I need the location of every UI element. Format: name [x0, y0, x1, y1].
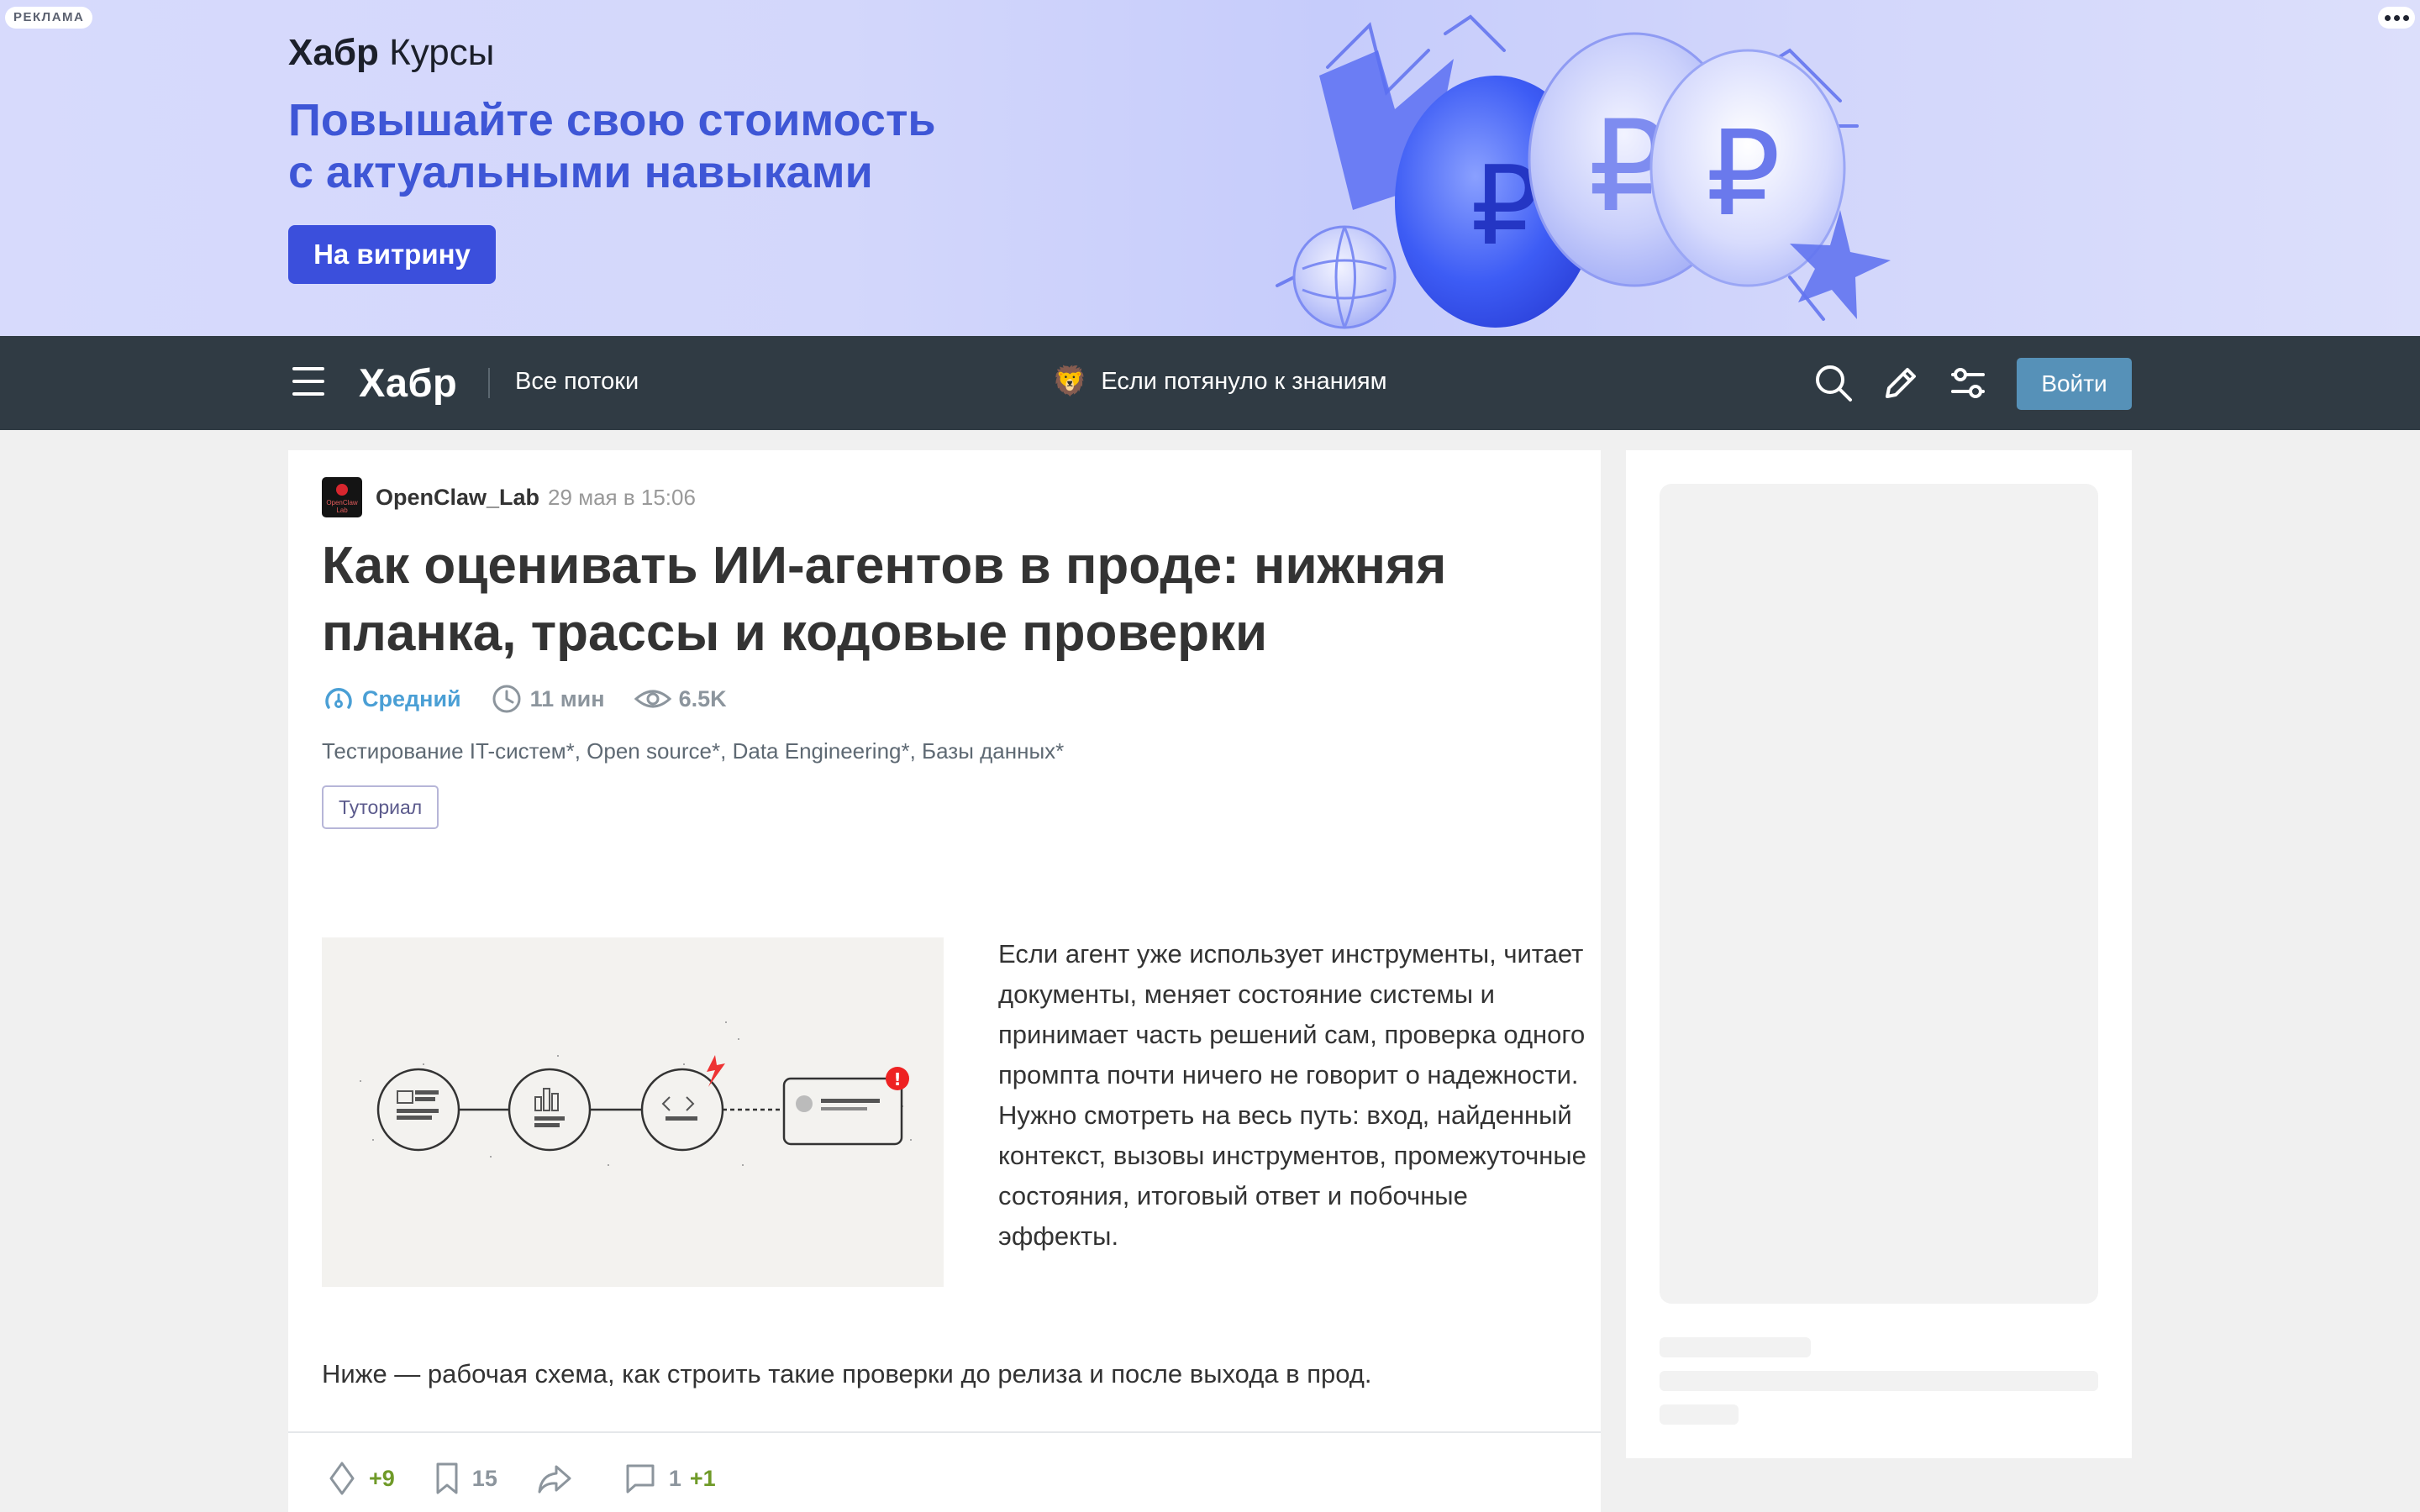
knowledge-promo-link[interactable]: 🦁 Если потянуло к знаниям — [1052, 365, 1387, 398]
ad-headline: Повышайте свою стоимость с актуальными н… — [288, 94, 1044, 198]
article-title: Как оценивать ИИ-агентов в проде: нижняя… — [322, 537, 1447, 662]
sidebar-skeleton-line — [1660, 1371, 2098, 1391]
ad-brand-bold: Хабр — [288, 32, 379, 73]
sidebar — [1626, 450, 2132, 1458]
lion-emoji-icon: 🦁 — [1052, 365, 1088, 397]
publish-date: 29 мая в 15:06 — [548, 484, 696, 510]
bookmarks-count: 15 — [471, 1465, 497, 1491]
eye-icon — [634, 690, 671, 708]
avatar-logo-text: OpenClaw Lab — [326, 499, 358, 514]
ad-brand: Хабр Курсы — [288, 32, 494, 74]
ad-headline-line-1: Повышайте свою стоимость — [288, 95, 936, 145]
bookmark-icon — [436, 1462, 458, 1494]
ad-banner[interactable]: РЕКЛАМА Хабр Курсы Повышайте свою стоимо… — [0, 0, 2420, 336]
article-meta: Средний 11 мин 6.5K — [322, 682, 755, 716]
reading-time-label: 11 мин — [529, 685, 605, 711]
article-card: OpenClaw Lab OpenClaw_Lab 29 мая в 15:06… — [288, 450, 1601, 1512]
more-dots-icon[interactable] — [2378, 7, 2415, 29]
ad-cta-button[interactable]: На витрину — [288, 225, 496, 284]
hamburger-menu-icon[interactable] — [292, 367, 324, 397]
difficulty-label: Средний — [362, 685, 461, 711]
header-divider — [488, 368, 490, 398]
rating-control[interactable]: +9 — [327, 1460, 395, 1497]
comments-button[interactable]: 1 +1 — [623, 1462, 716, 1495]
all-flows-link[interactable]: Все потоки — [515, 368, 639, 396]
share-button[interactable] — [536, 1462, 585, 1495]
sidebar-skeleton-block — [1660, 484, 2098, 1304]
article-paragraph: Ниже — рабочая схема, как строить такие … — [322, 1359, 1372, 1389]
rating-diamond-icon — [329, 1462, 355, 1495]
reading-time: 11 мин — [490, 682, 605, 716]
comment-icon — [626, 1464, 655, 1494]
bookmark-button[interactable]: 15 — [434, 1460, 497, 1497]
habr-logo[interactable]: Хабр — [359, 360, 457, 406]
agent-pipeline-illustration: ! — [322, 937, 944, 1287]
ad-brand-rest: Курсы — [378, 32, 495, 73]
actions-divider — [288, 1431, 1601, 1433]
svg-text:₽: ₽ — [1706, 106, 1781, 243]
author-row: OpenClaw Lab OpenClaw_Lab 29 мая в 15:06 — [322, 477, 696, 517]
coins-illustration: ₽ ₽ ₽ — [1276, 14, 1891, 329]
article-lead: Если агент уже использует инструменты, ч… — [998, 939, 1586, 1251]
sidebar-skeleton-line — [1660, 1337, 1811, 1357]
views-count: 6.5K — [634, 682, 727, 716]
ad-headline-line-2: с актуальными навыками — [288, 147, 873, 197]
views-label: 6.5K — [678, 685, 727, 711]
svg-text:!: ! — [893, 1069, 901, 1089]
search-icon[interactable] — [1812, 361, 1855, 405]
author-name[interactable]: OpenClaw_Lab — [376, 485, 539, 511]
login-button[interactable]: Войти — [2017, 358, 2132, 410]
clock-icon — [492, 685, 521, 713]
sidebar-skeleton-line — [1660, 1404, 1739, 1425]
top-navigation-bar: Хабр Все потоки 🦁 Если потянуло к знания… — [0, 336, 2420, 430]
promo-text: Если потянуло к знаниям — [1101, 367, 1387, 395]
tutorial-tag[interactable]: Туториал — [322, 785, 439, 829]
share-arrow-icon — [538, 1465, 571, 1494]
comments-count: 1 — [668, 1465, 681, 1491]
article-actions: +9 15 1 +1 — [327, 1458, 755, 1499]
article-hubs[interactable]: Тестирование IT-систем*, Open source*, D… — [322, 738, 1064, 764]
ad-label: РЕКЛАМА — [5, 7, 93, 29]
settings-sliders-icon[interactable] — [1946, 361, 1990, 405]
gauge-icon — [325, 688, 352, 709]
avatar-logo-dot — [336, 484, 348, 496]
rating-value: +9 — [369, 1465, 395, 1491]
new-comments-count: +1 — [689, 1465, 716, 1491]
pencil-icon[interactable] — [1879, 361, 1923, 405]
difficulty-level: Средний — [322, 682, 461, 716]
author-avatar[interactable]: OpenClaw Lab — [322, 477, 362, 517]
